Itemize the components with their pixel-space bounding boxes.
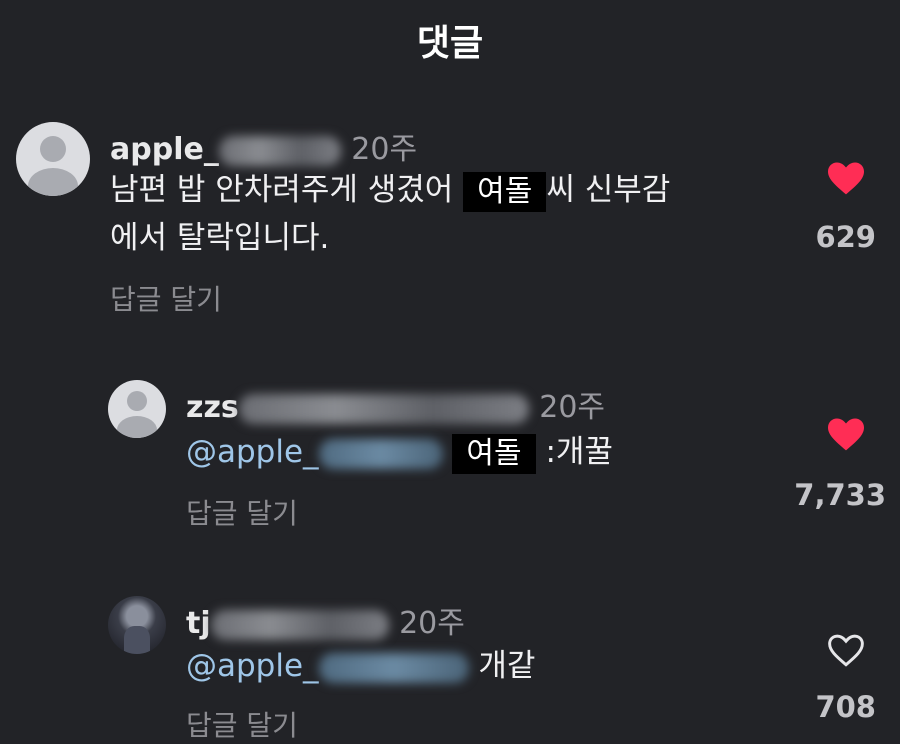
timestamp: 20주 [539, 390, 606, 425]
username-blur [238, 393, 529, 424]
comment-text-line2: 에서 탈락입니다. [110, 220, 330, 256]
username-blur [210, 609, 389, 640]
username[interactable]: zzs [186, 390, 239, 425]
mention-blur [318, 652, 469, 683]
mention-link[interactable]: @apple_ [186, 648, 319, 684]
comment-header: tj 20주 [186, 598, 465, 642]
reply-button[interactable]: 답글 달기 [110, 278, 222, 318]
heart-outline-icon[interactable] [826, 632, 866, 668]
comment-text: @apple_ 여돌 :개꿀 [186, 428, 613, 476]
like-count: 629 [815, 220, 876, 254]
comment-header: apple_ 20주 [110, 124, 417, 168]
timestamp: 20주 [399, 606, 465, 641]
heart-filled-icon[interactable] [826, 160, 866, 196]
avatar[interactable] [16, 122, 90, 196]
username[interactable]: apple_ [110, 132, 219, 167]
comment-text: 남편 밥 안차려주게 생겼어 여돌 씨 신부감 [110, 166, 670, 214]
reply-button[interactable]: 답글 달기 [186, 492, 298, 532]
username-blur [218, 135, 341, 166]
timestamp: 20주 [351, 132, 418, 167]
heart-filled-icon[interactable] [826, 416, 866, 452]
like-count: 708 [815, 690, 876, 724]
avatar[interactable] [108, 380, 166, 438]
username[interactable]: tj [186, 606, 211, 641]
mention-blur [318, 438, 443, 469]
like-count: 7,733 [794, 478, 886, 512]
redaction-box: 여돌 [463, 171, 547, 212]
comment-header: zzs 20주 [186, 382, 605, 426]
reply-button[interactable]: 답글 달기 [186, 704, 298, 744]
redaction-box: 여돌 [452, 433, 536, 474]
comment-text: @apple_ 개같 [186, 648, 536, 684]
mention-link[interactable]: @apple_ [186, 434, 319, 470]
avatar-photo[interactable] [108, 596, 166, 654]
page-title: 댓글 [416, 23, 484, 64]
